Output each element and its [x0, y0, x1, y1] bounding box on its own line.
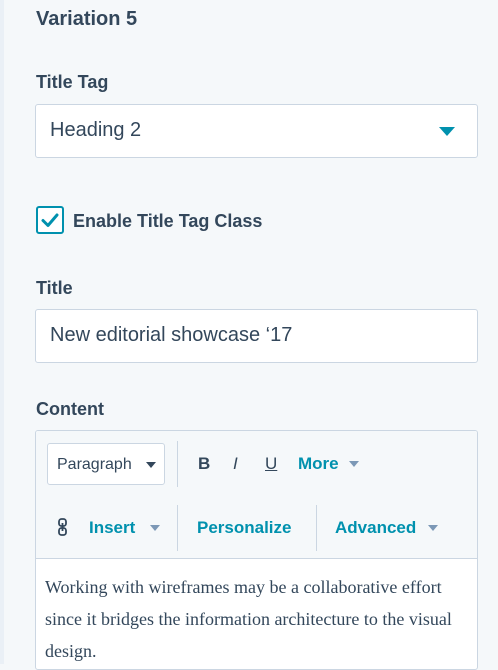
- paragraph-format-label: Paragraph: [57, 456, 132, 473]
- title-input[interactable]: New editorial showcase ‘17: [35, 309, 478, 363]
- variation-panel: Variation 5 Title Tag Heading 2 Enable T…: [0, 0, 498, 670]
- insert-button[interactable]: Insert: [89, 518, 135, 538]
- chevron-down-icon: [150, 525, 160, 531]
- bold-button[interactable]: B: [198, 454, 210, 474]
- title-label: Title: [36, 278, 73, 298]
- editor-body-text[interactable]: Working with wireframes may be a collabo…: [45, 571, 470, 667]
- toolbar-divider: [316, 505, 317, 551]
- editor-toolbar: Paragraph B I U More Insert Personalize …: [36, 431, 477, 559]
- underline-button[interactable]: U: [265, 454, 277, 474]
- toolbar-divider: [177, 505, 178, 551]
- toolbar-divider: [177, 441, 178, 487]
- enable-title-tag-class-checkbox[interactable]: [36, 206, 64, 234]
- chevron-down-icon: [349, 461, 359, 467]
- title-input-value: New editorial showcase ‘17: [50, 324, 293, 346]
- personalize-button[interactable]: Personalize: [197, 518, 292, 538]
- title-tag-select[interactable]: Heading 2: [35, 104, 478, 158]
- title-tag-label: Title Tag: [36, 72, 109, 92]
- checkmark-icon: [41, 213, 59, 227]
- paragraph-format-select[interactable]: Paragraph: [47, 443, 165, 485]
- enable-title-tag-class-label[interactable]: Enable Title Tag Class: [73, 211, 262, 232]
- italic-button[interactable]: I: [233, 454, 238, 474]
- chevron-down-icon: [146, 462, 156, 468]
- more-button[interactable]: More: [298, 454, 339, 474]
- chevron-down-icon: [428, 525, 438, 531]
- chevron-down-icon: [439, 127, 455, 136]
- title-tag-selected-value: Heading 2: [50, 119, 142, 141]
- link-icon: [58, 518, 67, 536]
- advanced-button[interactable]: Advanced: [335, 518, 416, 538]
- section-title: Variation 5: [36, 8, 138, 30]
- rich-text-editor[interactable]: Paragraph B I U More Insert Personalize …: [35, 430, 478, 670]
- content-label: Content: [36, 399, 104, 419]
- panel-edge: [0, 0, 4, 664]
